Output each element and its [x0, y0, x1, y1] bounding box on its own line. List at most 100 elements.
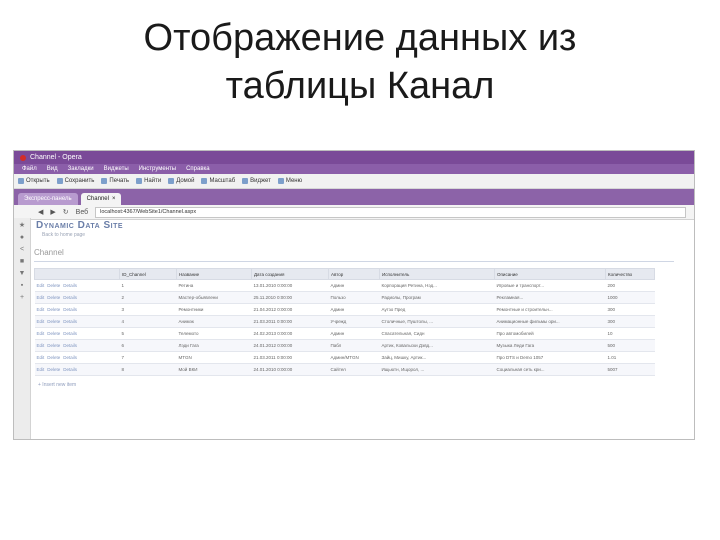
toolbar-label: Сохранить	[64, 178, 95, 184]
column-header-performer[interactable]: Исполнитель	[379, 268, 495, 280]
details-link[interactable]: Details	[63, 355, 77, 360]
delete-link[interactable]: Delete	[47, 355, 60, 360]
table-row: Edit Delete Details 5 Телемото 24.02.2013 0:0…	[34, 327, 655, 340]
browser-screenshot: Channel - Opera Файл Вид Закладки Виджет…	[13, 150, 695, 440]
mail-icon[interactable]: ▪	[19, 282, 26, 289]
cell-date: 21.03.2011 0:00:00	[251, 351, 329, 364]
details-link[interactable]: Details	[63, 307, 77, 312]
forward-arrow-icon[interactable]: ▶	[50, 208, 55, 216]
toolbar-print-button[interactable]: Печать	[101, 174, 129, 188]
delete-link[interactable]: Delete	[47, 307, 60, 312]
menu-bar: Файл Вид Закладки Виджеты Инструменты Сп…	[14, 164, 694, 174]
toolbar-home-button[interactable]: Домой	[168, 174, 194, 188]
cell-name: Ремонтники	[176, 303, 252, 316]
column-header-name[interactable]: Название	[176, 268, 252, 280]
details-link[interactable]: Details	[63, 367, 77, 372]
plus-icon[interactable]: +	[19, 294, 26, 301]
toolbar-label: Виджет	[250, 178, 271, 184]
close-icon[interactable]: ×	[112, 193, 116, 205]
insert-new-item-link[interactable]: + Insert new item	[38, 382, 694, 388]
cell-performer: Аутзо Пред	[379, 303, 495, 316]
details-link[interactable]: Details	[63, 319, 77, 324]
menu-item-file[interactable]: Файл	[22, 164, 37, 174]
delete-link[interactable]: Delete	[47, 343, 60, 348]
column-header-author[interactable]: Автор	[328, 268, 380, 280]
toolbar-find-button[interactable]: Найти	[136, 174, 161, 188]
toolbar-save-button[interactable]: Сохранить	[56, 174, 95, 188]
cell-performer: Корпорация Ретина, Нэд...	[379, 279, 495, 292]
window-titlebar: Channel - Opera	[14, 151, 694, 164]
back-home-link[interactable]: Back to home page	[42, 232, 694, 238]
side-panel: ★ ● < ■ ▼ ▪ +	[14, 218, 31, 439]
edit-link[interactable]: Edit	[37, 367, 45, 372]
details-link[interactable]: Details	[63, 283, 77, 288]
cell-description: Рекламная...	[494, 291, 606, 304]
edit-link[interactable]: Edit	[37, 331, 45, 336]
cell-description: Ремонтные и строительн...	[494, 303, 606, 316]
cell-description: Музыка Леди Гага	[494, 339, 606, 352]
address-input[interactable]: localhost:4367/WebSite1/Channel.aspx	[95, 206, 686, 218]
menu-item-help[interactable]: Справка	[186, 164, 210, 174]
toolbar-menu-button[interactable]: Меню	[277, 174, 302, 188]
row-actions: Edit Delete Details	[34, 279, 120, 292]
menu-item-widgets[interactable]: Виджеты	[104, 164, 129, 174]
cell-id: 8	[119, 363, 177, 376]
details-link[interactable]: Details	[63, 295, 77, 300]
edit-link[interactable]: Edit	[37, 319, 45, 324]
circle-icon[interactable]: ●	[19, 234, 26, 241]
notes-icon[interactable]: ■	[19, 258, 26, 265]
row-actions: Edit Delete Details	[34, 291, 120, 304]
edit-link[interactable]: Edit	[37, 355, 45, 360]
cell-date: 24.01.2012 0:00:00	[251, 339, 329, 352]
row-actions: Edit Delete Details	[34, 339, 120, 352]
edit-link[interactable]: Edit	[37, 343, 45, 348]
cell-description: Игровые и транспорт...	[494, 279, 606, 292]
tab-speed-dial[interactable]: Экспресс-панель	[18, 193, 78, 205]
delete-link[interactable]: Delete	[47, 283, 60, 288]
edit-link[interactable]: Edit	[37, 307, 45, 312]
column-header-date[interactable]: Дата создания	[251, 268, 329, 280]
row-actions: Edit Delete Details	[34, 303, 120, 316]
divider	[34, 261, 674, 262]
star-icon[interactable]: ★	[19, 222, 26, 229]
cell-count: 1.01	[605, 351, 655, 364]
column-header-count[interactable]: Количество	[605, 268, 655, 280]
window-title: Channel - Opera	[30, 154, 82, 161]
delete-link[interactable]: Delete	[47, 331, 60, 336]
column-header-id[interactable]: ID_Channel	[119, 268, 177, 280]
slide-title-line-2: таблицы Канал	[225, 65, 495, 107]
edit-link[interactable]: Edit	[37, 283, 45, 288]
reload-icon[interactable]: ↻	[63, 208, 69, 216]
download-icon[interactable]: ▼	[19, 270, 26, 277]
menu-item-bookmarks[interactable]: Закладки	[68, 164, 94, 174]
cell-description: Про автомобилей	[494, 327, 606, 340]
cell-name: Ретина	[176, 279, 252, 292]
back-arrow-icon[interactable]: ◀	[38, 208, 43, 216]
page-content: Dynamic Data Site Back to home page Chan…	[34, 220, 694, 439]
cell-performer: Радиолы, Програм	[379, 291, 495, 304]
slide-title-line-1: Отображение данных из	[143, 17, 577, 59]
row-actions: Edit Delete Details	[34, 351, 120, 364]
home-icon	[168, 178, 175, 184]
share-icon[interactable]: <	[19, 246, 26, 253]
address-label: Веб	[75, 208, 89, 216]
toolbar-widget-button[interactable]: Виджет	[242, 174, 271, 188]
menu-item-view[interactable]: Вид	[47, 164, 58, 174]
column-header-description[interactable]: Описание	[494, 268, 606, 280]
toolbar-zoom-button[interactable]: Масштаб	[201, 174, 235, 188]
widget-icon	[242, 178, 249, 184]
delete-link[interactable]: Delete	[47, 367, 60, 372]
cell-name: Мастер-обьявлени	[176, 291, 252, 304]
cell-name: Лэди Гага	[176, 339, 252, 352]
delete-link[interactable]: Delete	[47, 319, 60, 324]
details-link[interactable]: Details	[63, 343, 77, 348]
cell-id: 1	[119, 279, 177, 292]
cell-description: Анимационные фильмы ори...	[494, 315, 606, 328]
edit-link[interactable]: Edit	[37, 295, 45, 300]
toolbar-open-button[interactable]: Открыть	[18, 174, 50, 188]
cell-author: Админ	[328, 279, 380, 292]
tab-channel[interactable]: Channel ×	[80, 193, 122, 205]
details-link[interactable]: Details	[63, 331, 77, 336]
delete-link[interactable]: Delete	[47, 295, 60, 300]
menu-item-tools[interactable]: Инструменты	[139, 164, 176, 174]
